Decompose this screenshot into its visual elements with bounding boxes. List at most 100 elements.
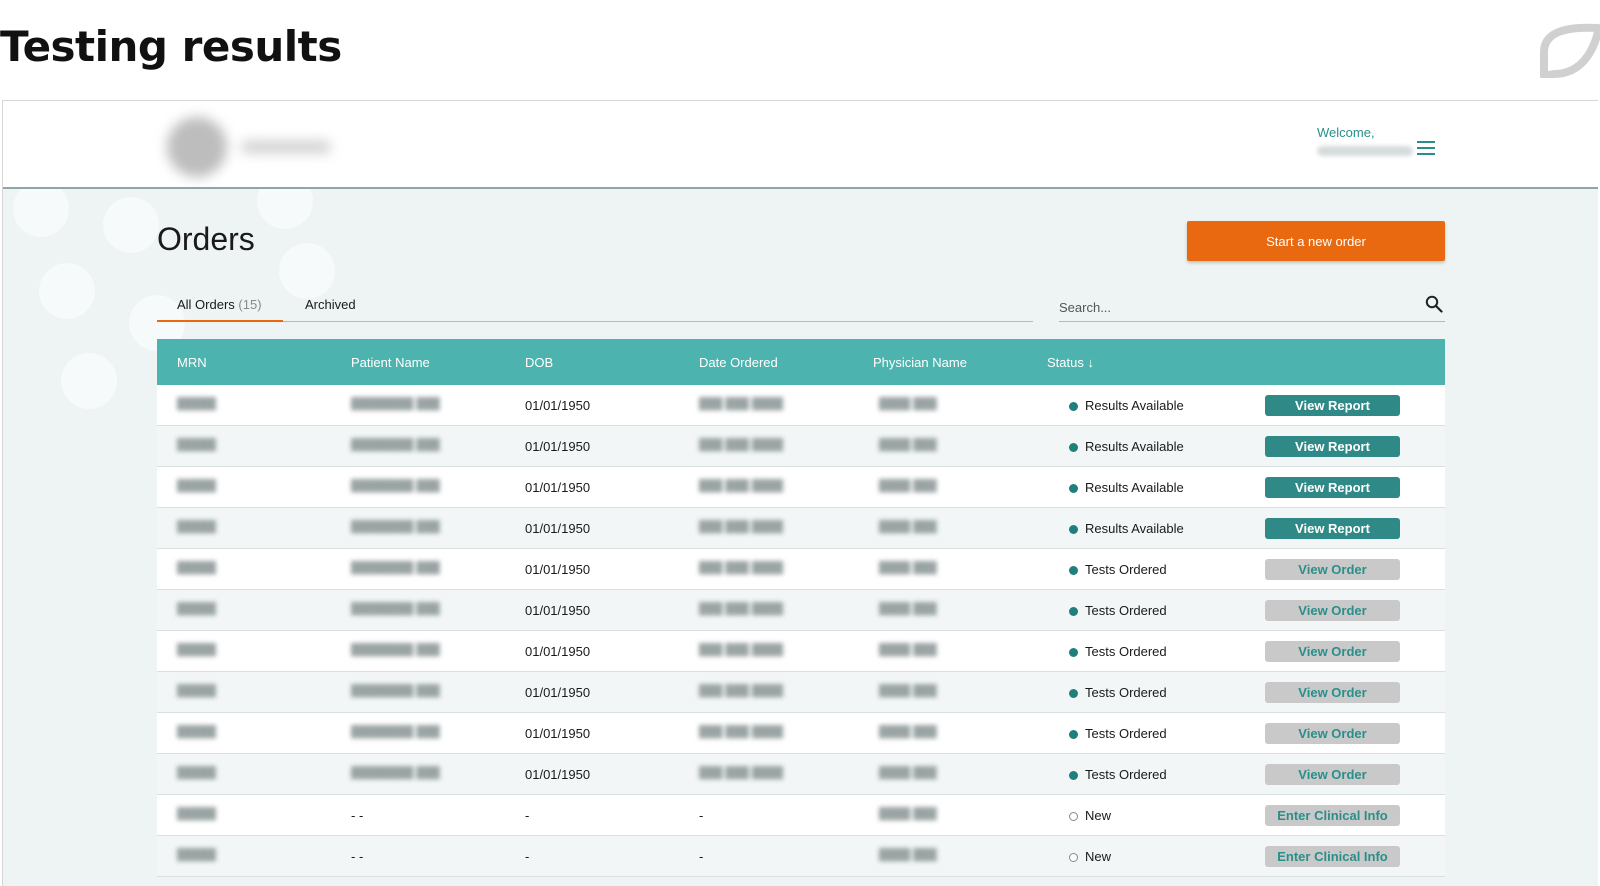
physician-name-cell-redacted: ████ ███ <box>879 603 937 615</box>
date-ordered-cell-redacted: ███ ███ ████ <box>699 726 784 738</box>
brand-leaf-icon <box>1540 23 1600 78</box>
search-icon[interactable] <box>1425 295 1443 313</box>
mrn-cell-redacted: █████ <box>177 439 216 451</box>
table-row[interactable]: █████ ████████ ███ 01/01/1950 ███ ███ ████ █… <box>157 549 1445 590</box>
view-report-button[interactable]: View Report <box>1265 518 1400 539</box>
enter-clinical-info-button[interactable]: Enter Clinical Info <box>1265 805 1400 826</box>
patient-name-cell-redacted: ████████ ███ <box>351 480 440 492</box>
mrn-cell-redacted: █████ <box>177 726 216 738</box>
table-row[interactable]: █████ ████████ ███ 01/01/1950 ███ ███ ████ █… <box>157 754 1445 795</box>
dob-cell: 01/01/1950 <box>525 726 591 741</box>
table-row[interactable]: █████ ████████ ███ 01/01/1950 ███ ███ ████ █… <box>157 385 1445 426</box>
status-dot-icon <box>1069 607 1078 616</box>
table-row[interactable]: █████ ████████ ███ 01/01/1950 ███ ███ ████ █… <box>157 713 1445 754</box>
table-row[interactable]: █████ - - - - ████ ███ New Enter Clinical Info <box>157 836 1445 877</box>
menu-line <box>1417 147 1435 149</box>
column-header-date-ordered[interactable]: Date Ordered <box>699 355 778 370</box>
status-dot-icon <box>1069 689 1078 698</box>
view-order-button[interactable]: View Order <box>1265 764 1400 785</box>
dob-cell: 01/01/1950 <box>525 644 591 659</box>
status-badge: Tests Ordered <box>1085 726 1167 741</box>
table-body: █████ ████████ ███ 01/01/1950 ███ ███ ████ █… <box>157 385 1445 877</box>
view-report-button[interactable]: View Report <box>1265 395 1400 416</box>
dob-cell: 01/01/1950 <box>525 439 591 454</box>
view-report-button[interactable]: View Report <box>1265 436 1400 457</box>
mrn-cell-redacted: █████ <box>177 685 216 697</box>
status-dot-icon <box>1069 525 1078 534</box>
patient-name-cell-redacted: ████████ ███ <box>351 603 440 615</box>
physician-name-cell-redacted: ████ ███ <box>879 398 937 410</box>
table-row[interactable]: █████ ████████ ███ 01/01/1950 ███ ███ ████ █… <box>157 672 1445 713</box>
physician-name-cell-redacted: ████ ███ <box>879 644 937 656</box>
background-bubble <box>39 263 95 319</box>
view-report-button[interactable]: View Report <box>1265 477 1400 498</box>
view-order-button[interactable]: View Order <box>1265 682 1400 703</box>
date-ordered-cell-redacted: ███ ███ ████ <box>699 398 784 410</box>
mrn-cell-redacted: █████ <box>177 849 216 861</box>
dob-cell: 01/01/1950 <box>525 685 591 700</box>
physician-name-cell-redacted: ████ ███ <box>879 808 937 820</box>
table-row[interactable]: █████ ████████ ███ 01/01/1950 ███ ███ ████ █… <box>157 508 1445 549</box>
status-dot-icon <box>1069 730 1078 739</box>
hamburger-menu-icon[interactable] <box>1417 141 1435 157</box>
column-header-physician-name[interactable]: Physician Name <box>873 355 967 370</box>
patient-name-cell-redacted: ████████ ███ <box>351 521 440 533</box>
status-badge: Results Available <box>1085 398 1184 413</box>
physician-name-cell-redacted: ████ ███ <box>879 480 937 492</box>
user-name-redacted <box>1317 146 1413 156</box>
status-badge: Tests Ordered <box>1085 644 1167 659</box>
mrn-cell-redacted: █████ <box>177 480 216 492</box>
table-row[interactable]: █████ ████████ ███ 01/01/1950 ███ ███ ████ █… <box>157 426 1445 467</box>
tab-all-orders[interactable]: All Orders (15) <box>157 297 283 322</box>
tab-all-orders-count: (15) <box>238 297 262 312</box>
patient-name-cell: - - <box>351 849 364 864</box>
patient-name-cell-redacted: ████████ ███ <box>351 439 440 451</box>
date-ordered-cell-redacted: ███ ███ ████ <box>699 521 784 533</box>
order-tabs: All Orders (15) Archived <box>157 291 1033 322</box>
column-header-dob[interactable]: DOB <box>525 355 553 370</box>
view-order-button[interactable]: View Order <box>1265 723 1400 744</box>
tab-archived-label: Archived <box>305 297 356 312</box>
table-row[interactable]: █████ ████████ ███ 01/01/1950 ███ ███ ████ █… <box>157 631 1445 672</box>
column-header-patient-name[interactable]: Patient Name <box>351 355 430 370</box>
mrn-cell-redacted: █████ <box>177 767 216 779</box>
column-header-mrn[interactable]: MRN <box>177 355 207 370</box>
mrn-cell-redacted: █████ <box>177 521 216 533</box>
table-row[interactable]: █████ - - - - ████ ███ New Enter Clinical Info <box>157 795 1445 836</box>
page-title: Orders <box>157 221 255 257</box>
background-bubble <box>13 181 69 237</box>
date-ordered-cell-redacted: ███ ███ ████ <box>699 644 784 656</box>
search-box <box>1059 293 1445 322</box>
enter-clinical-info-button[interactable]: Enter Clinical Info <box>1265 846 1400 867</box>
column-header-status[interactable]: Status ↓ <box>1047 355 1094 370</box>
status-badge: Tests Ordered <box>1085 603 1167 618</box>
dob-cell: - <box>525 808 530 823</box>
app-logo[interactable] <box>163 113 403 183</box>
dob-cell: 01/01/1950 <box>525 603 591 618</box>
app-frame: Welcome, Orders Start a new order All Or… <box>2 100 1598 886</box>
date-ordered-cell-redacted: ███ ███ ████ <box>699 603 784 615</box>
patient-name-cell: - - <box>351 808 364 823</box>
orders-table: MRN Patient Name DOB Date Ordered Physic… <box>157 339 1445 877</box>
view-order-button[interactable]: View Order <box>1265 559 1400 580</box>
date-ordered-cell-redacted: ███ ███ ████ <box>699 439 784 451</box>
table-header: MRN Patient Name DOB Date Ordered Physic… <box>157 339 1445 385</box>
physician-name-cell-redacted: ████ ███ <box>879 685 937 697</box>
dob-cell: 01/01/1950 <box>525 562 591 577</box>
patient-name-cell-redacted: ████████ ███ <box>351 562 440 574</box>
tab-archived[interactable]: Archived <box>305 297 356 322</box>
date-ordered-cell-redacted: ███ ███ ████ <box>699 480 784 492</box>
background-bubble <box>61 353 117 409</box>
table-row[interactable]: █████ ████████ ███ 01/01/1950 ███ ███ ████ █… <box>157 467 1445 508</box>
view-order-button[interactable]: View Order <box>1265 641 1400 662</box>
mrn-cell-redacted: █████ <box>177 603 216 615</box>
view-order-button[interactable]: View Order <box>1265 600 1400 621</box>
search-input[interactable] <box>1059 300 1399 315</box>
status-badge: Tests Ordered <box>1085 562 1167 577</box>
start-new-order-button[interactable]: Start a new order <box>1187 221 1445 261</box>
patient-name-cell-redacted: ████████ ███ <box>351 726 440 738</box>
status-badge: Tests Ordered <box>1085 685 1167 700</box>
mrn-cell-redacted: █████ <box>177 562 216 574</box>
dob-cell: 01/01/1950 <box>525 521 591 536</box>
table-row[interactable]: █████ ████████ ███ 01/01/1950 ███ ███ ████ █… <box>157 590 1445 631</box>
